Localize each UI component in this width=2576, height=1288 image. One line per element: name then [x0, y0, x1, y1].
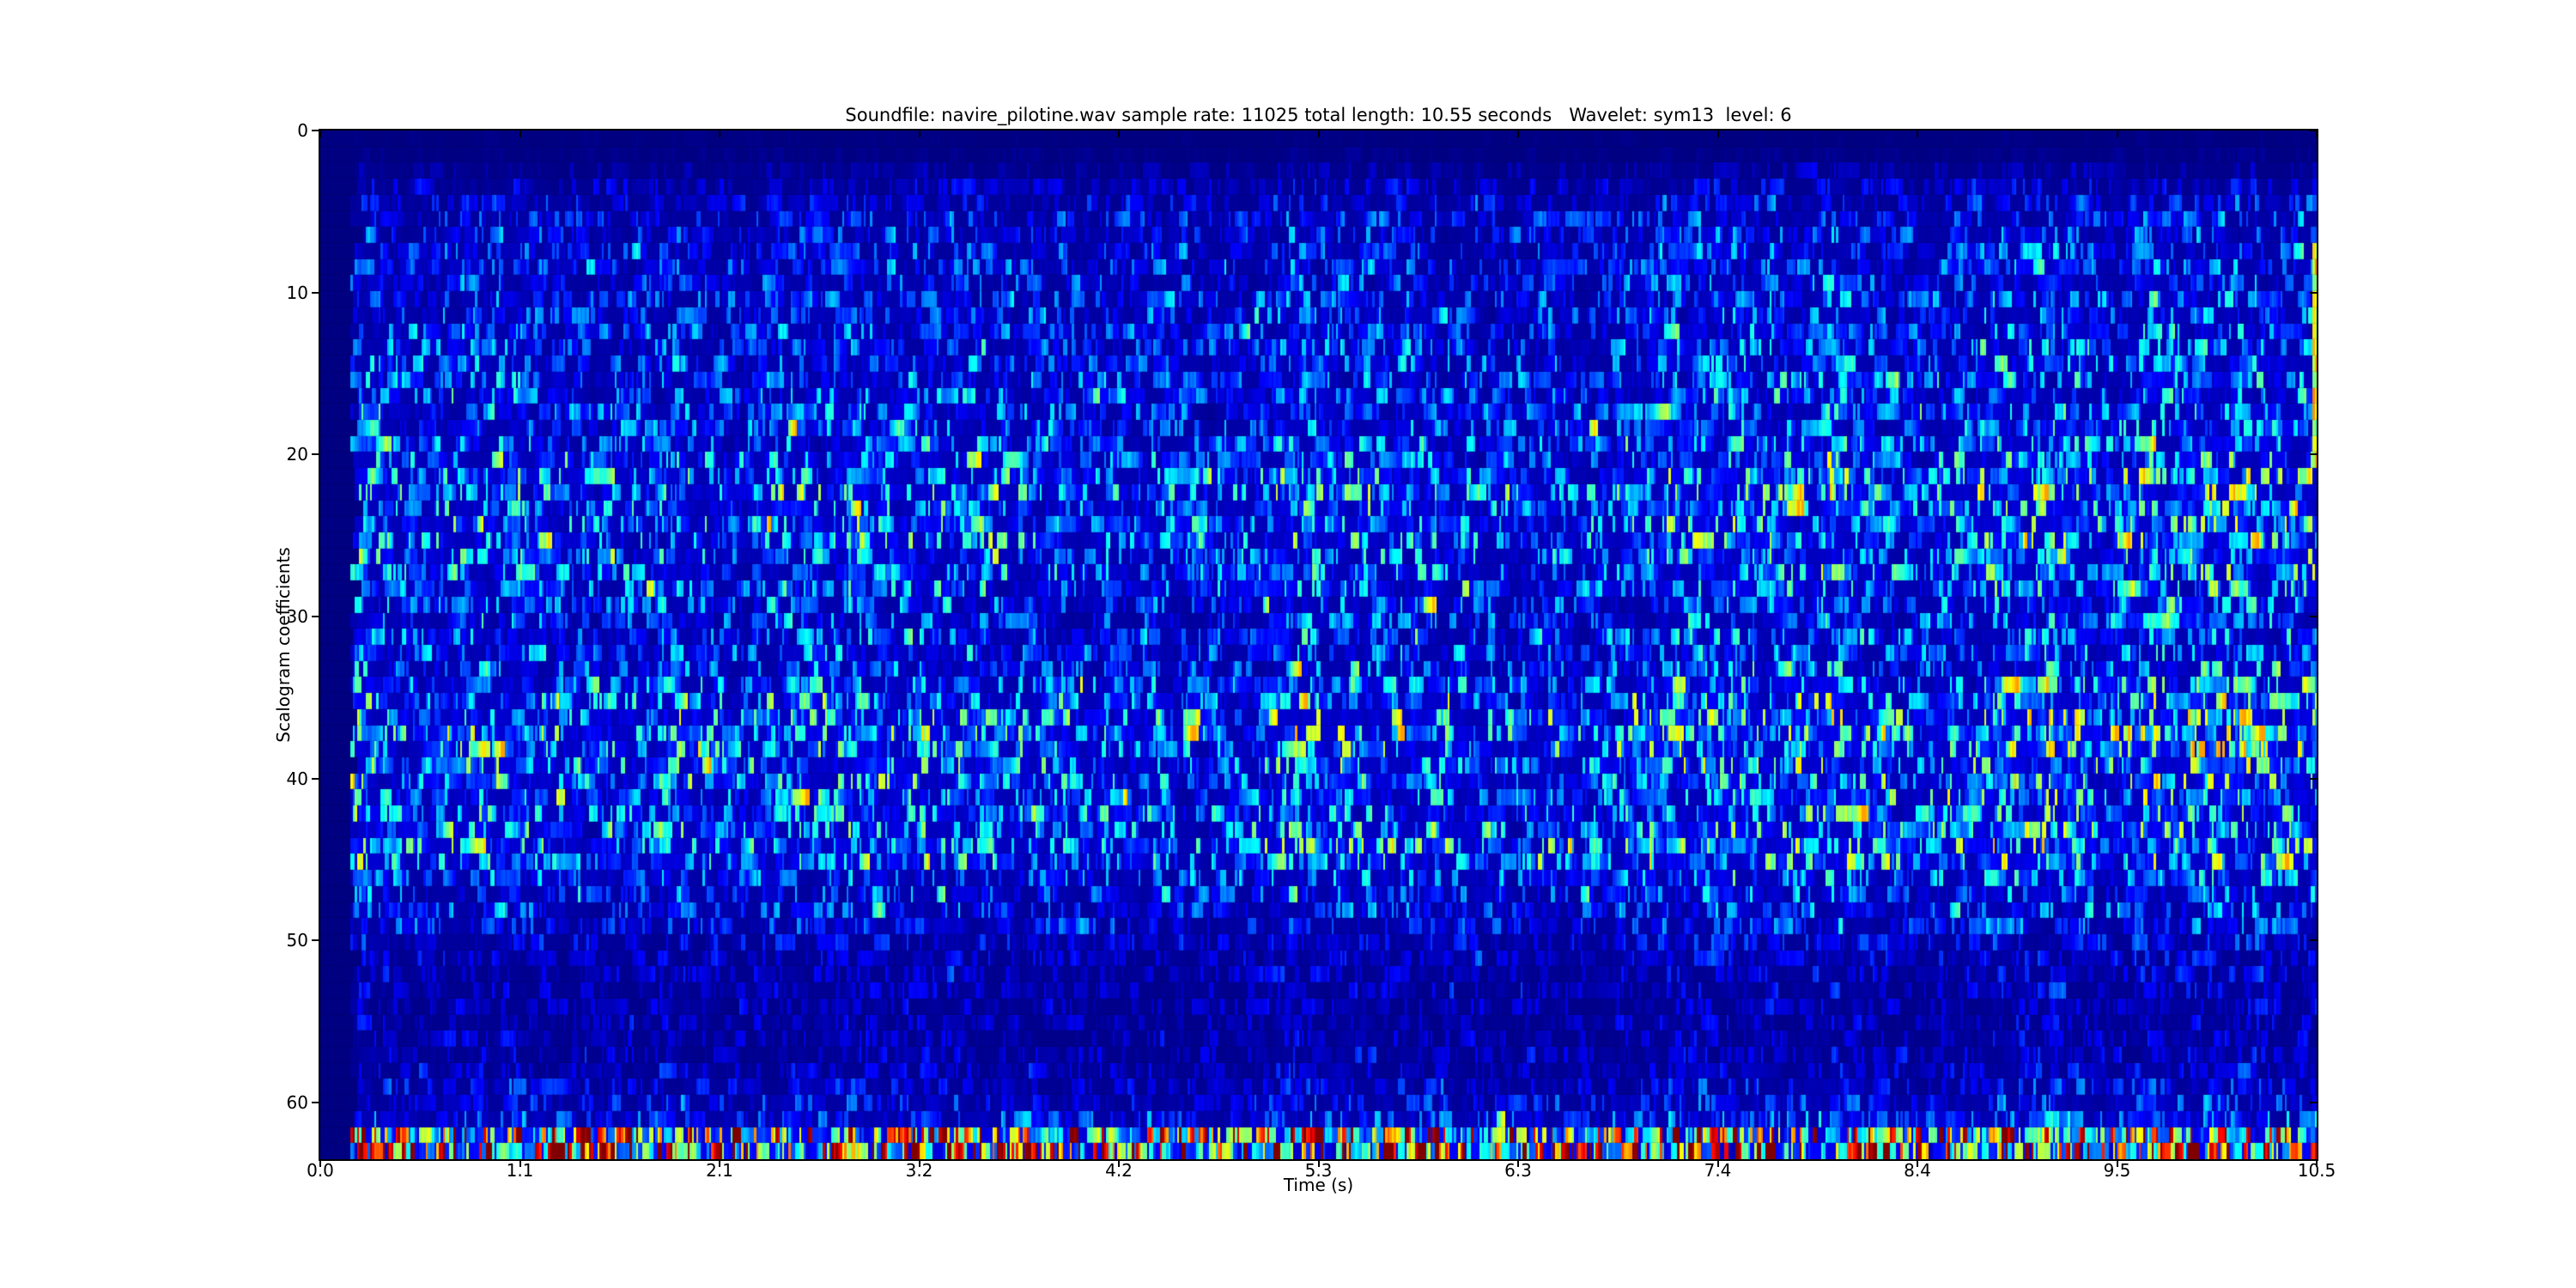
- y-tick-mark: [2310, 616, 2317, 617]
- x-tick-mark: [2316, 131, 2318, 137]
- y-tick-label: 50: [241, 930, 308, 951]
- x-tick-mark: [319, 131, 321, 137]
- y-tick-mark: [312, 939, 319, 941]
- x-tick-mark: [919, 131, 920, 137]
- y-tick-label: 40: [241, 769, 308, 789]
- y-tick-mark: [2310, 130, 2317, 131]
- y-tick-mark: [312, 616, 319, 617]
- y-tick-mark: [2310, 292, 2317, 294]
- x-tick-mark: [1717, 131, 1719, 137]
- chart-title: Soundfile: navire_pilotine.wav sample ra…: [319, 105, 2318, 125]
- x-axis-label: Time (s): [319, 1175, 2318, 1195]
- y-tick-mark: [312, 292, 319, 294]
- figure: Soundfile: navire_pilotine.wav sample ra…: [0, 0, 2576, 1288]
- x-tick-mark: [1118, 131, 1120, 137]
- plot-area: [319, 129, 2318, 1161]
- x-tick-mark: [1917, 131, 1918, 137]
- y-axis-label: Scalogram coefficients: [273, 547, 294, 742]
- x-tick-mark: [719, 131, 720, 137]
- y-tick-mark: [312, 453, 319, 455]
- scalogram-heatmap: [320, 131, 2317, 1159]
- y-tick-mark: [2310, 1102, 2317, 1103]
- y-tick-label: 20: [241, 444, 308, 465]
- x-tick-mark: [2117, 131, 2118, 137]
- y-tick-label: 0: [241, 120, 308, 141]
- x-tick-mark: [1318, 131, 1320, 137]
- y-tick-mark: [312, 130, 319, 131]
- y-tick-label: 10: [241, 283, 308, 303]
- x-tick-mark: [1517, 131, 1519, 137]
- y-tick-label: 60: [241, 1092, 308, 1113]
- x-tick-mark: [519, 131, 521, 137]
- y-tick-mark: [2310, 939, 2317, 941]
- y-tick-mark: [2310, 453, 2317, 455]
- y-tick-mark: [2310, 778, 2317, 780]
- y-tick-mark: [312, 1102, 319, 1103]
- y-tick-mark: [312, 778, 319, 780]
